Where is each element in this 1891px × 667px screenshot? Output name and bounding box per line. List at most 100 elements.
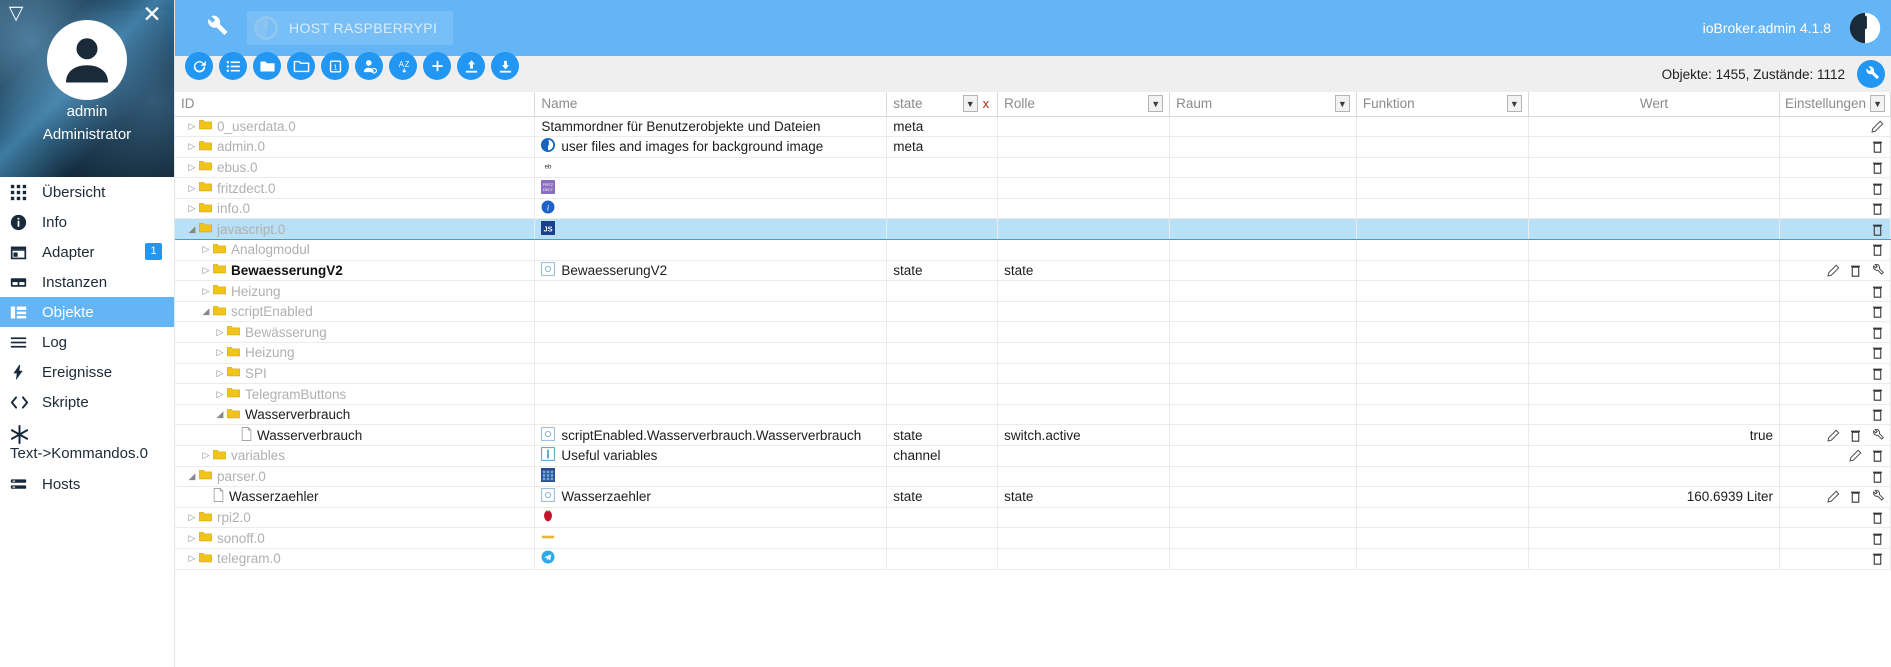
chevron-down-icon[interactable]: ▼ [1148, 95, 1164, 113]
column-header-function[interactable]: Funktion ▼ [1356, 92, 1529, 117]
cell-settings[interactable] [1779, 280, 1891, 302]
cell-settings[interactable] [1779, 548, 1891, 570]
cell-settings[interactable] [1779, 363, 1891, 385]
table-row[interactable]: ▷ variables Useful variables channel [175, 445, 1891, 467]
cell-id[interactable]: ▷ rpi2.0 [175, 507, 536, 529]
expand-level-button[interactable]: 1 [321, 52, 349, 80]
host-chip[interactable]: HOST RASPBERRYPI [247, 11, 454, 45]
cell-settings[interactable] [1779, 157, 1891, 179]
toggle-expert-button[interactable] [355, 52, 383, 80]
sidebar-item-log[interactable]: Log [0, 327, 174, 357]
cell-settings[interactable] [1779, 116, 1891, 138]
sidebar-item-adapter[interactable]: Adapter 1 [0, 237, 174, 267]
expand-toggle-icon[interactable]: ◢ [185, 224, 199, 235]
objects-grid[interactable]: ID Name state ▼ x Rolle ▼ Raum ▼ Funktio… [175, 92, 1891, 667]
sidebar-item-hosts[interactable]: Hosts [0, 469, 174, 499]
column-header-id[interactable]: ID [175, 92, 536, 117]
table-row[interactable]: ▷ fritzdect.0 FRITZ DECT [175, 177, 1891, 199]
sidebar-item-uebersicht[interactable]: Übersicht [0, 177, 174, 207]
table-row[interactable]: ▷ sonoff.0 [175, 527, 1891, 549]
cell-settings[interactable] [1779, 136, 1891, 158]
export-button[interactable] [491, 52, 519, 80]
cell-settings[interactable] [1779, 260, 1891, 282]
cell-id[interactable]: Wasserzaehler [175, 486, 536, 508]
sidebar-item-info[interactable]: Info [0, 207, 174, 237]
cell-id[interactable]: ◢ javascript.0 [175, 218, 536, 241]
expand-toggle-icon[interactable]: ▷ [185, 141, 199, 152]
sidebar-item-skripte[interactable]: Skripte [0, 387, 174, 417]
table-row[interactable]: ◢ Wasserverbrauch [175, 404, 1891, 426]
chevron-down-icon[interactable]: ▼ [1870, 95, 1886, 113]
table-row[interactable]: ▷ Heizung [175, 280, 1891, 302]
cell-id[interactable]: ▷ Analogmodul [175, 239, 536, 261]
cell-settings[interactable] [1779, 218, 1891, 241]
expand-toggle-icon[interactable]: ▷ [199, 265, 213, 276]
column-header-settings[interactable]: Einstellungen ▼ [1779, 92, 1891, 117]
expand-all-button[interactable] [219, 52, 247, 80]
table-row[interactable]: ▷ telegram.0 [175, 548, 1891, 570]
cell-id[interactable]: ◢ parser.0 [175, 466, 536, 488]
table-row[interactable]: ▷ SPI [175, 363, 1891, 385]
expand-toggle-icon[interactable]: ▷ [199, 244, 213, 255]
expand-toggle-icon[interactable]: ▷ [185, 533, 199, 544]
chevron-down-icon[interactable]: ▼ [962, 95, 978, 113]
expand-toggle-icon[interactable]: ▷ [185, 162, 199, 173]
table-row[interactable]: ◢ javascript.0 JS [175, 218, 1891, 241]
cell-id[interactable]: ▷ TelegramButtons [175, 383, 536, 405]
cell-id[interactable]: ▷ 0_userdata.0 [175, 116, 536, 138]
sidebar-item-objekte[interactable]: Objekte [0, 297, 174, 327]
refresh-button[interactable] [185, 52, 213, 80]
cell-settings[interactable] [1779, 383, 1891, 405]
cell-id[interactable]: ▷ variables [175, 445, 536, 467]
cell-settings[interactable] [1779, 424, 1891, 446]
table-row[interactable]: ▷ rpi2.0 [175, 507, 1891, 529]
collapse-drawer-icon[interactable]: ▽ [4, 4, 28, 28]
cell-id[interactable]: ▷ Heizung [175, 342, 536, 364]
cell-id[interactable]: Wasserverbrauch [175, 424, 536, 446]
cell-settings[interactable] [1779, 466, 1891, 488]
wrench-icon[interactable] [203, 15, 229, 41]
cell-settings[interactable] [1779, 239, 1891, 261]
expand-toggle-icon[interactable]: ▷ [185, 203, 199, 214]
cell-id[interactable]: ◢ Wasserverbrauch [175, 404, 536, 426]
sort-button[interactable]: AZ [389, 52, 417, 80]
clear-filter-icon[interactable]: x [981, 96, 992, 111]
cell-id[interactable]: ▷ info.0 [175, 198, 536, 220]
cell-settings[interactable] [1779, 527, 1891, 549]
column-header-name[interactable]: Name [534, 92, 888, 117]
expand-toggle-icon[interactable]: ▷ [213, 347, 227, 358]
cell-id[interactable]: ▷ SPI [175, 363, 536, 385]
expand-toggle-icon[interactable]: ▷ [213, 368, 227, 379]
table-row[interactable]: ◢ parser.0 [175, 466, 1891, 488]
cell-id[interactable]: ▷ BewaesserungV2 [175, 260, 536, 282]
table-row[interactable]: Wasserverbrauch scriptEnabled.Wasserverbr… [175, 424, 1891, 446]
cell-settings[interactable] [1779, 301, 1891, 323]
collapse-folders-button[interactable] [253, 52, 281, 80]
expand-toggle-icon[interactable]: ◢ [213, 409, 227, 420]
cell-settings[interactable] [1779, 404, 1891, 426]
table-row[interactable]: ▷ Bewässerung [175, 321, 1891, 344]
close-icon[interactable]: ✕ [140, 4, 164, 28]
expand-toggle-icon[interactable]: ▷ [185, 121, 199, 132]
cell-settings[interactable] [1779, 342, 1891, 364]
table-row[interactable]: ▷ 0_userdata.0 Stammordner für Benutzerobj… [175, 116, 1891, 138]
table-row[interactable]: ▷ Analogmodul [175, 239, 1891, 261]
column-header-type[interactable]: state ▼ x [886, 92, 999, 117]
expand-toggle-icon[interactable]: ▷ [199, 286, 213, 297]
sidebar-item-instanzen[interactable]: Instanzen [0, 267, 174, 297]
expand-toggle-icon[interactable]: ◢ [185, 471, 199, 482]
cell-id[interactable]: ▷ ebus.0 [175, 157, 536, 179]
column-header-role[interactable]: Rolle ▼ [997, 92, 1171, 117]
cell-settings[interactable] [1779, 198, 1891, 220]
table-row[interactable]: ▷ admin.0 user files and images for backgr… [175, 136, 1891, 158]
expand-toggle-icon[interactable]: ▷ [185, 512, 199, 523]
chevron-down-icon[interactable]: ▼ [1506, 95, 1522, 113]
cell-settings[interactable] [1779, 445, 1891, 467]
cell-id[interactable]: ▷ admin.0 [175, 136, 536, 158]
column-header-value[interactable]: Wert [1528, 92, 1781, 117]
table-row[interactable]: ◢ scriptEnabled [175, 301, 1891, 323]
expand-toggle-icon[interactable]: ▷ [185, 183, 199, 194]
expand-toggle-icon[interactable]: ▷ [199, 450, 213, 461]
table-row[interactable]: ▷ info.0 i [175, 198, 1891, 220]
expand-toggle-icon[interactable]: ▷ [185, 553, 199, 564]
